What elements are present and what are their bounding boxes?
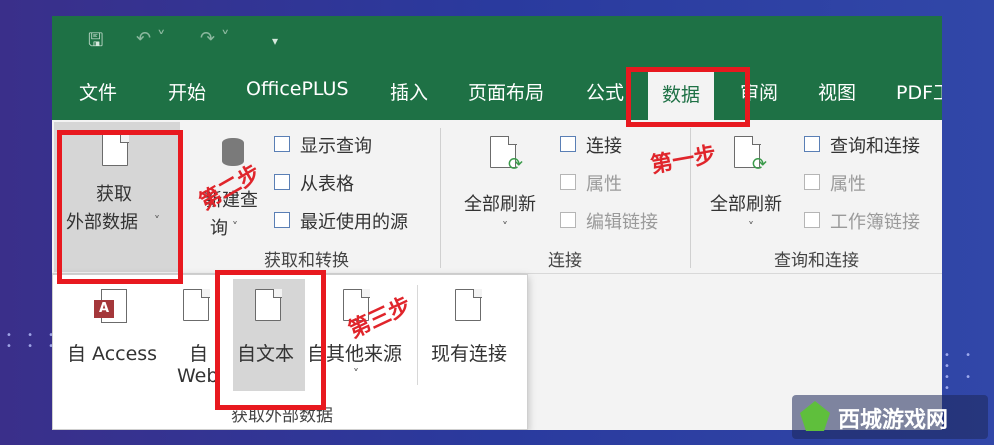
from-table-button[interactable]: 从表格 bbox=[300, 170, 354, 196]
queries-connections-icon bbox=[804, 136, 820, 152]
redo-icon[interactable]: ↷ ˅ bbox=[200, 28, 230, 49]
annotation-box-step3 bbox=[215, 270, 326, 410]
properties-button[interactable]: 属性 bbox=[586, 170, 622, 196]
tab-file[interactable]: 文件 bbox=[79, 78, 117, 105]
connections-icon bbox=[560, 136, 576, 152]
dropdown-separator bbox=[417, 285, 418, 385]
group-separator bbox=[440, 128, 441, 268]
refresh-all-button[interactable]: 全部刷新 bbox=[464, 190, 536, 216]
group-label-connections: 连接 bbox=[548, 251, 582, 271]
show-queries-icon bbox=[274, 136, 290, 152]
annotation-box-step2 bbox=[57, 130, 183, 284]
tab-insert[interactable]: 插入 bbox=[390, 78, 428, 105]
properties-icon bbox=[560, 174, 576, 190]
quick-access-toolbar: 🖫 ↶ ˅ ↷ ˅ ▾ bbox=[52, 16, 942, 64]
workbook-links-button[interactable]: 工作簿链接 bbox=[830, 208, 920, 234]
edit-links-icon bbox=[560, 212, 576, 228]
edit-links-button[interactable]: 编辑链接 bbox=[586, 208, 658, 234]
tab-officeplus[interactable]: OfficePLUS bbox=[246, 78, 349, 100]
existing-connections-button[interactable]: 现有连接 bbox=[431, 339, 507, 366]
refresh-arrow-icon: ⟳ bbox=[508, 154, 524, 175]
customize-qat-icon[interactable]: ▾ bbox=[272, 34, 278, 48]
chevron-down-icon: ˅ bbox=[353, 367, 359, 381]
tab-home[interactable]: 开始 bbox=[168, 78, 206, 105]
workbook-links-icon bbox=[804, 212, 820, 228]
show-queries-button[interactable]: 显示查询 bbox=[300, 132, 372, 158]
from-web-label-1[interactable]: 自 bbox=[189, 339, 208, 366]
refresh-arrow-icon: ⟳ bbox=[752, 154, 768, 175]
tab-formulas[interactable]: 公式 bbox=[586, 78, 624, 105]
tab-page-layout[interactable]: 页面布局 bbox=[468, 78, 544, 105]
web-icon bbox=[183, 288, 210, 321]
from-access-button[interactable]: 自 Access bbox=[67, 339, 157, 366]
undo-icon[interactable]: ↶ ˅ bbox=[136, 28, 166, 49]
ribbon-tabs: 文件 开始 OfficePLUS 插入 页面布局 公式 数据 审阅 视图 PDF… bbox=[52, 64, 942, 120]
watermark-text: 西城游戏网 bbox=[838, 408, 949, 433]
existing-connections-icon bbox=[455, 288, 482, 321]
properties-button-2[interactable]: 属性 bbox=[830, 170, 866, 196]
background-dots-right: • • • • • • bbox=[944, 350, 977, 394]
new-query-label-2[interactable]: 询 bbox=[210, 214, 228, 240]
recent-sources-icon bbox=[274, 212, 290, 228]
from-table-icon bbox=[274, 174, 290, 190]
access-icon: A bbox=[94, 289, 127, 323]
ribbon-data: 获取 外部数据 ˅ 新建查 询 ˅ 显示查询 从表格 最近使用的源 获取和转换 … bbox=[52, 120, 942, 274]
chevron-down-icon: ˅ bbox=[748, 220, 754, 234]
refresh-all-button-2[interactable]: 全部刷新 bbox=[710, 190, 782, 216]
annotation-box-step1 bbox=[626, 67, 750, 127]
properties-icon bbox=[804, 174, 820, 190]
group-label-queries-connections: 查询和连接 bbox=[774, 251, 859, 271]
save-icon[interactable]: 🖫 bbox=[88, 28, 103, 58]
from-web-label-2[interactable]: Web bbox=[177, 365, 218, 387]
watermark: 西城游戏网 bbox=[792, 395, 988, 439]
watermark-logo-icon bbox=[800, 401, 830, 431]
tab-pdf[interactable]: PDF工 bbox=[896, 78, 942, 105]
group-label-get-transform: 获取和转换 bbox=[264, 251, 349, 271]
queries-connections-button[interactable]: 查询和连接 bbox=[830, 132, 920, 158]
chevron-down-icon: ˅ bbox=[502, 220, 508, 234]
recent-sources-button[interactable]: 最近使用的源 bbox=[300, 208, 408, 234]
chevron-down-icon: ˅ bbox=[232, 220, 238, 234]
connections-button[interactable]: 连接 bbox=[586, 132, 622, 158]
tab-view[interactable]: 视图 bbox=[818, 78, 856, 105]
excel-window: 🖫 ↶ ˅ ↷ ˅ ▾ 文件 开始 OfficePLUS 插入 页面布局 公式 … bbox=[52, 16, 942, 430]
